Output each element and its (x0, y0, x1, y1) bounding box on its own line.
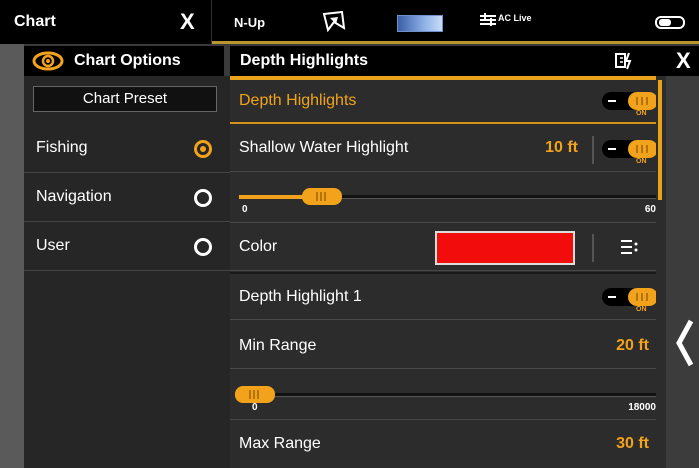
chart-close-button[interactable]: X (180, 9, 195, 35)
row-label: Depth Highlight 1 (239, 288, 362, 305)
preset-option-user[interactable]: User (24, 222, 230, 271)
chart-options-title: Chart Options (74, 52, 181, 69)
slider-thumb[interactable] (235, 386, 276, 403)
active-pane-indicator (212, 41, 699, 44)
radio-selected-icon[interactable] (194, 140, 212, 158)
orientation-label[interactable]: N-Up (234, 15, 265, 30)
row-value: 10 ft (545, 139, 578, 156)
shallow-water-highlight-row[interactable]: Shallow Water Highlight 10 ft ON (230, 126, 658, 172)
chart-preset-button[interactable]: Chart Preset (33, 86, 217, 112)
slider-min: 0 (242, 204, 248, 215)
slider-max: 18000 (628, 402, 656, 413)
color-swatch[interactable] (435, 231, 575, 265)
depth-highlights-panel: Depth Highlights ON Shallow Water Highli… (230, 76, 666, 468)
shallow-water-toggle[interactable]: ON (602, 136, 658, 165)
vessel-heading-icon[interactable] (322, 10, 346, 37)
close-button[interactable]: X (676, 48, 691, 74)
chevron-left-icon[interactable] (674, 318, 694, 373)
divider (211, 0, 212, 44)
min-range-slider-row: 0 18000 (230, 370, 658, 420)
depth-highlights-header: Depth Highlights X (230, 46, 699, 76)
row-label: Shallow Water Highlight (239, 139, 409, 156)
menu-icon[interactable] (620, 239, 638, 260)
depth-highlights-toggle[interactable]: ON (602, 88, 658, 117)
max-range-row[interactable]: Max Range 30 ft (230, 421, 658, 468)
depth-highlight-1-toggle[interactable]: ON (602, 284, 658, 313)
slider-thumb[interactable] (301, 188, 342, 205)
ac-live-icon[interactable] (480, 13, 498, 32)
options-menu: Chart Preset Fishing Navigation User (24, 76, 230, 468)
preset-option-navigation[interactable]: Navigation (24, 173, 230, 222)
status-bar: Chart X N-Up AC Live (0, 0, 699, 44)
preset-option-label: Navigation (36, 188, 112, 205)
radio-unselected-icon[interactable] (194, 238, 212, 256)
slider-min: 0 (252, 402, 258, 413)
row-label: Depth Highlights (239, 92, 357, 109)
row-value: 30 ft (616, 435, 649, 452)
chart-options-header: Chart Options (24, 46, 224, 76)
divider (592, 234, 594, 262)
slider-max: 60 (644, 204, 656, 215)
row-label: Min Range (239, 337, 317, 354)
scrollbar[interactable] (656, 76, 666, 468)
sonar-view-thumbnail[interactable] (397, 15, 443, 32)
battery-icon (655, 16, 685, 29)
row-label: Max Range (239, 435, 321, 452)
chart-title: Chart (14, 13, 56, 30)
chart-background (0, 44, 24, 468)
row-value: 20 ft (616, 337, 649, 354)
ac-live-label[interactable]: AC Live (498, 13, 532, 23)
preset-option-fishing[interactable]: Fishing (24, 124, 230, 173)
shallow-water-slider-row: 0 60 (230, 173, 658, 223)
radio-unselected-icon[interactable] (194, 189, 212, 207)
color-row[interactable]: Color (230, 224, 658, 271)
toggle-state: ON (636, 158, 647, 165)
preset-option-label: Fishing (36, 139, 88, 156)
min-range-row[interactable]: Min Range 20 ft (230, 321, 658, 369)
toggle-state: ON (636, 110, 647, 117)
preset-option-label: User (36, 237, 70, 254)
depth-highlight-1-row[interactable]: Depth Highlight 1 ON (230, 272, 658, 320)
submenu-title: Depth Highlights (240, 52, 368, 69)
divider (592, 136, 594, 164)
min-range-slider[interactable]: 0 18000 (235, 384, 656, 414)
side-panel-handle[interactable] (666, 76, 699, 468)
add-to-x-press-icon[interactable] (615, 52, 633, 75)
toggle-state: ON (636, 306, 647, 313)
depth-highlights-row[interactable]: Depth Highlights ON (230, 80, 658, 124)
shallow-water-slider[interactable]: 0 60 (239, 186, 656, 216)
eye-icon (32, 51, 64, 76)
row-label: Color (239, 238, 278, 255)
